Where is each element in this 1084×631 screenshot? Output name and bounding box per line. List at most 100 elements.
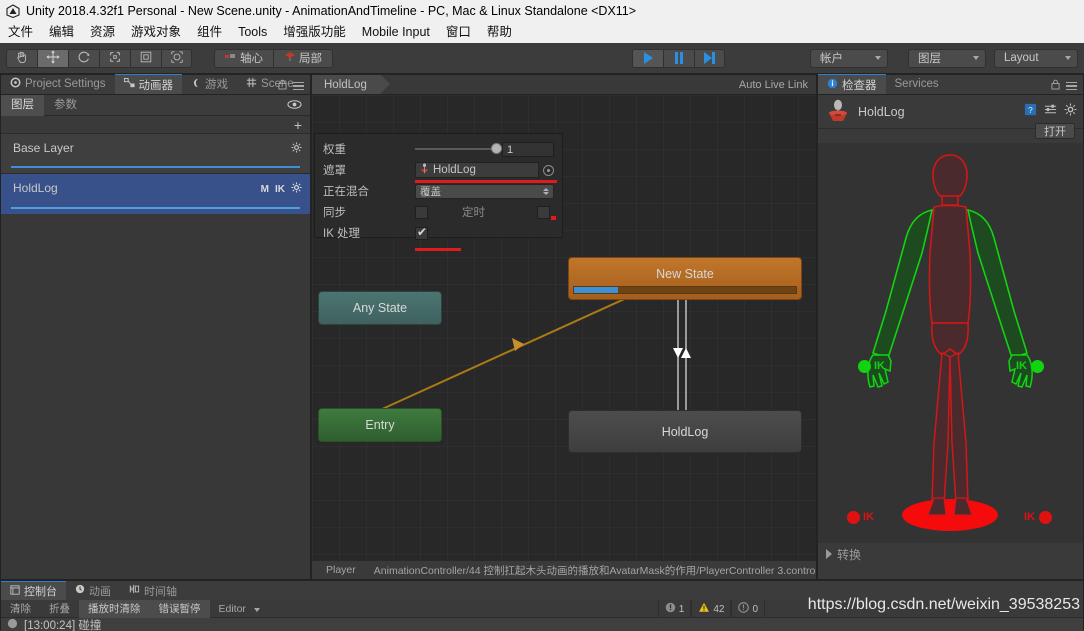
sync-checkbox[interactable] [415, 205, 428, 219]
weight-slider[interactable] [415, 142, 502, 156]
gear-icon[interactable] [291, 142, 302, 156]
transform-foldout[interactable]: 转换 [818, 543, 861, 565]
layer-name: HoldLog [13, 181, 58, 195]
object-picker-icon[interactable] [543, 164, 554, 176]
scale-tool-button[interactable] [99, 48, 130, 68]
layer-row-holdlog[interactable]: HoldLog M IK [1, 174, 310, 214]
slider-knob[interactable] [491, 143, 502, 154]
subtab-parameters[interactable]: 参数 [44, 95, 87, 116]
error-pause-button[interactable]: 错误暂停 [149, 599, 210, 618]
breadcrumb[interactable]: HoldLog [312, 75, 390, 94]
node-new-state[interactable]: New State [568, 257, 802, 300]
warning-counter[interactable]: 42 [691, 600, 732, 618]
error-counter[interactable]: 1 [657, 600, 692, 618]
panel-menu-icon[interactable] [1066, 81, 1077, 91]
weight-label: 权重 [323, 144, 346, 156]
menu-proversion[interactable]: 增强版功能 [275, 22, 354, 43]
rotate-tool-button[interactable] [68, 48, 99, 68]
tab-animator[interactable]: 动画器 [114, 74, 183, 94]
collapse-button[interactable]: 折叠 [40, 600, 79, 618]
node-hold-log[interactable]: HoldLog [568, 410, 802, 453]
layer-settings-popup: 权重 1 遮罩 HoldLog 正在混合 覆盖 同步 定时 IK 处理 ✔ [314, 133, 563, 251]
node-label: Entry [365, 418, 395, 432]
hand-tool-button[interactable] [6, 48, 37, 68]
open-button[interactable]: 打开 [1035, 123, 1075, 139]
tab-inspector[interactable]: 检查器 [818, 74, 886, 94]
rect-tool-button[interactable] [130, 48, 161, 68]
left-foot-ik-dot[interactable] [847, 511, 860, 524]
gear-icon[interactable] [1064, 103, 1077, 119]
lock-icon[interactable] [1051, 79, 1060, 93]
left-hand-ik-dot[interactable] [858, 360, 871, 373]
local-button[interactable]: 局部 [273, 48, 333, 68]
auto-live-link-label[interactable]: Auto Live Link [739, 79, 816, 91]
transform-tool-button[interactable] [161, 48, 192, 68]
console-log-entry[interactable]: [13:00:24] 碰撞 [1, 618, 1083, 631]
left-hand-ik-label: IK [874, 360, 885, 372]
layers-dropdown[interactable]: 图层 [908, 48, 986, 68]
weight-row: 权重 1 [323, 140, 554, 158]
panel-menu-icon[interactable] [293, 81, 304, 91]
pause-button[interactable] [663, 48, 694, 68]
timing-checkbox[interactable] [537, 205, 550, 219]
layer-row-base[interactable]: Base Layer [1, 134, 310, 174]
play-button[interactable] [632, 48, 663, 68]
preset-icon[interactable] [1044, 103, 1057, 119]
tab-project-settings[interactable]: Project Settings [1, 74, 115, 94]
watermark-url: https://blog.csdn.net/weixin_39538253 [807, 596, 1080, 613]
menu-component[interactable]: 组件 [189, 22, 230, 43]
layer-badge-mask: M [260, 183, 269, 195]
move-tool-button[interactable] [37, 48, 68, 68]
right-hand-ik-dot[interactable] [1031, 360, 1044, 373]
right-foot-ik-dot[interactable] [1039, 511, 1052, 524]
menu-file[interactable]: 文件 [0, 22, 41, 43]
mask-object-field[interactable]: HoldLog [415, 162, 539, 178]
menu-bar: 文件 编辑 资源 游戏对象 组件 Tools 增强版功能 Mobile Inpu… [0, 22, 1084, 43]
node-entry[interactable]: Entry [318, 408, 442, 442]
unity-editor-window: Unity 2018.4.32f1 Personal - New Scene.u… [0, 0, 1084, 631]
menu-edit[interactable]: 编辑 [41, 22, 82, 43]
menu-mobileinput[interactable]: Mobile Input [354, 22, 438, 43]
state-machine-graph[interactable]: Any State Entry New State HoldLog 权重 1 遮… [312, 95, 816, 560]
lock-icon[interactable] [278, 79, 287, 93]
node-any-state[interactable]: Any State [318, 291, 442, 325]
left-foot-ik-label: IK [863, 511, 874, 523]
info-counter[interactable]: 0 [731, 600, 765, 618]
gear-icon[interactable] [291, 182, 302, 196]
tab-timeline[interactable]: 时间轴 [120, 581, 186, 600]
tab-animation[interactable]: 动画 [66, 581, 120, 600]
account-dropdown[interactable]: 帐户 [810, 48, 888, 68]
avatar-body-diagram[interactable] [818, 143, 1083, 543]
layout-dropdown[interactable]: Layout [994, 48, 1078, 68]
tab-label: 动画器 [138, 79, 174, 92]
pivot-button[interactable]: 轴心 [214, 48, 273, 68]
weight-input[interactable]: 1 [502, 141, 554, 157]
menu-tools[interactable]: Tools [230, 22, 275, 43]
avatar-mask-preview[interactable]: IK IK IK IK [818, 143, 1083, 543]
chevron-down-icon [1065, 56, 1071, 60]
menu-window[interactable]: 窗口 [438, 22, 479, 43]
subtab-layers[interactable]: 图层 [1, 94, 44, 116]
clear-on-play-button[interactable]: 播放时清除 [79, 599, 150, 618]
step-button[interactable] [694, 48, 725, 68]
tab-label: 动画 [89, 585, 111, 598]
pivot-label: 轴心 [240, 53, 263, 65]
menu-gameobject[interactable]: 游戏对象 [123, 22, 189, 43]
hips-region [931, 322, 969, 357]
blending-select[interactable]: 覆盖 [415, 183, 554, 199]
editor-dropdown[interactable]: Editor [210, 600, 269, 618]
tab-console[interactable]: 控制台 [1, 581, 66, 600]
menu-help[interactable]: 帮助 [479, 22, 520, 43]
menu-assets[interactable]: 资源 [82, 22, 123, 43]
ik-checkbox[interactable] [415, 225, 428, 240]
tab-game[interactable]: 游戏 [182, 74, 237, 94]
tab-label: 检查器 [842, 79, 877, 92]
inspector-panel: 检查器 Services HoldLog ? 打开 IK IK IK IK 转换 [817, 74, 1084, 580]
plus-icon[interactable]: + [294, 117, 302, 133]
eye-icon[interactable] [287, 99, 302, 113]
ik-row: IK 处理 [323, 224, 554, 251]
clear-button[interactable]: 清除 [1, 600, 40, 618]
graph-breadcrumb-bar: HoldLog Auto Live Link [312, 75, 816, 95]
help-book-icon[interactable]: ? [1024, 103, 1037, 119]
tab-services[interactable]: Services [886, 74, 948, 94]
